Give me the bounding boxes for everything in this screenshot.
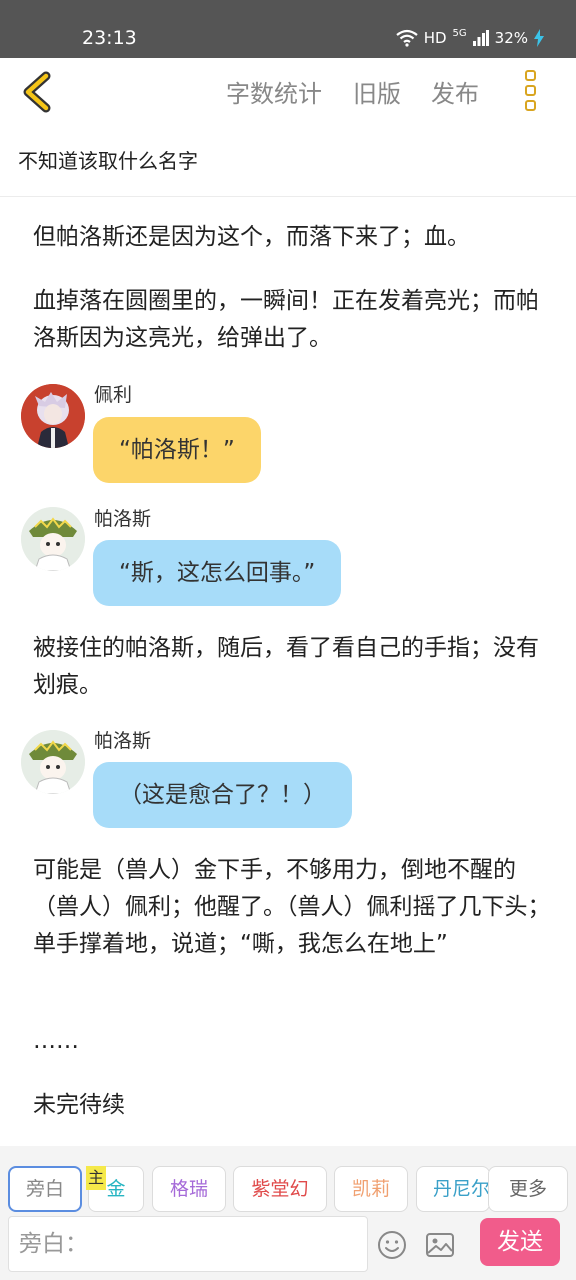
image-icon — [426, 1233, 454, 1257]
wifi-icon — [396, 29, 418, 47]
speaker-name: 帕洛斯 — [94, 508, 152, 530]
signal-icon — [472, 30, 489, 46]
status-icons: HD 5G 32% — [396, 26, 544, 50]
speaker-name: 帕洛斯 — [94, 730, 152, 752]
menu-dot-icon — [524, 100, 536, 111]
role-chip-zitanghuan[interactable]: 紫堂幻 — [233, 1166, 327, 1212]
old-version-button[interactable]: 旧版 — [353, 78, 401, 110]
more-menu-button[interactable] — [520, 70, 540, 118]
image-button[interactable] — [425, 1230, 455, 1260]
smiley-icon — [378, 1231, 406, 1259]
battery-level: 32% — [494, 29, 528, 47]
narration-paragraph: 可能是（兽人）金下手，不够用力，倒地不醒的（兽人）佩利；他醒了。（兽人）佩利摇了… — [33, 857, 551, 957]
role-chip-kaili[interactable]: 凯莉 — [334, 1166, 408, 1212]
back-button[interactable] — [18, 70, 58, 114]
signal-label: 5G — [452, 28, 467, 39]
document-title[interactable]: 不知道该取什么名字 — [18, 146, 198, 176]
character-portrait-icon — [21, 384, 85, 448]
chevron-left-icon — [23, 71, 51, 113]
status-bar: 23:13 HD 5G 32% — [0, 0, 576, 58]
role-chip-gerui[interactable]: 格瑞 — [152, 1166, 226, 1212]
dialogue-bubble[interactable]: “帕洛斯！” — [93, 417, 261, 483]
narration-paragraph: 血掉落在圆圈里的，一瞬间！正在发着亮光；而帕洛斯因为这亮光，给弹出了。 — [33, 288, 539, 351]
menu-dot-icon — [524, 85, 536, 96]
main-role-badge: 主 — [86, 1166, 106, 1190]
narration-paragraph: 但帕洛斯还是因为这个，而落下来了；血。 — [33, 224, 470, 250]
word-count-button[interactable]: 字数统计 — [226, 78, 322, 110]
narration-paragraph: …… — [33, 1028, 79, 1054]
status-time: 23:13 — [82, 27, 137, 49]
network-type: HD — [423, 29, 447, 47]
narration-paragraph: 未完待续 — [33, 1092, 125, 1118]
dialogue-bubble[interactable]: “斯，这怎么回事。” — [93, 540, 342, 606]
divider — [0, 196, 576, 197]
send-button[interactable]: 发送 — [480, 1218, 560, 1266]
speaker-name: 佩利 — [94, 384, 133, 406]
narration-paragraph: 被接住的帕洛斯，随后，看了看自己的手指；没有划痕。 — [33, 635, 539, 698]
more-roles-button[interactable]: 更多 — [488, 1166, 568, 1212]
publish-button[interactable]: 发布 — [431, 78, 479, 110]
message-input[interactable]: 旁白： — [8, 1216, 368, 1272]
avatar — [21, 507, 85, 571]
avatar — [21, 384, 85, 448]
dialogue-bubble[interactable]: （这是愈合了？！） — [93, 762, 352, 828]
character-portrait-icon — [21, 730, 85, 794]
menu-dot-icon — [524, 70, 536, 81]
emoji-button[interactable] — [377, 1230, 407, 1260]
role-chip-narration[interactable]: 旁白 — [8, 1166, 82, 1212]
character-portrait-icon — [21, 507, 85, 571]
composer-bar: 旁白 金 格瑞 紫堂幻 凯莉 丹尼尔 更多 主 旁白： 发送 — [0, 1146, 576, 1280]
charging-icon — [534, 29, 544, 47]
top-toolbar: 字数统计 旧版 发布 — [0, 58, 576, 130]
avatar — [21, 730, 85, 794]
role-chip-danier[interactable]: 丹尼尔 — [416, 1166, 490, 1212]
